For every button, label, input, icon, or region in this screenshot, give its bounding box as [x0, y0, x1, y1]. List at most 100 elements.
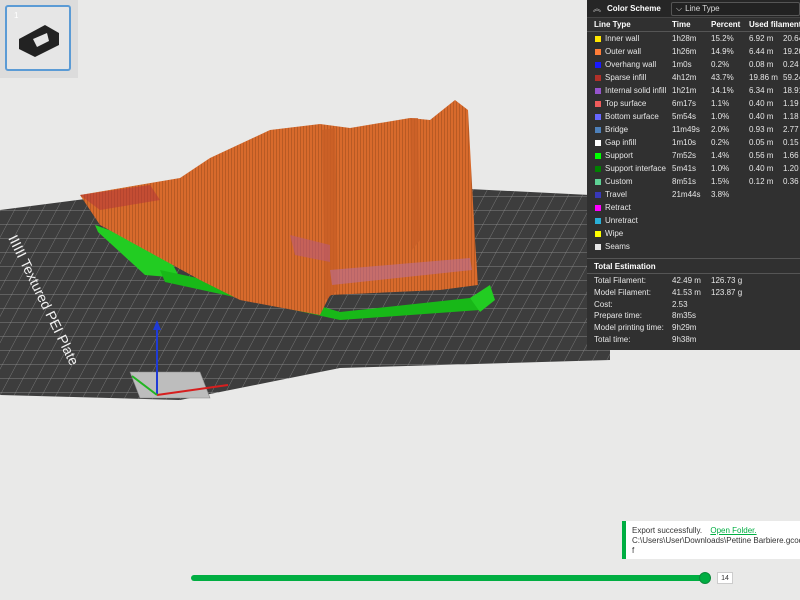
- column-header: Line Type: [594, 20, 631, 29]
- estimation-row: Total Filament: 42.49 m 126.73 g: [587, 276, 800, 288]
- line-type-name: Gap infill: [605, 138, 637, 147]
- object-thumbnail[interactable]: 1: [5, 5, 71, 71]
- line-type-time: 1h26m: [672, 47, 697, 56]
- color-swatch: [595, 192, 601, 198]
- line-type-length: 0.93 m: [749, 125, 774, 134]
- line-type-length: 0.40 m: [749, 99, 774, 108]
- line-type-row[interactable]: Support interface 5m41s 1.0% 0.40 m 1.20 g: [587, 163, 800, 176]
- line-type-row[interactable]: Retract: [587, 202, 800, 215]
- color-scheme-selected: Line Type: [685, 4, 720, 13]
- line-type-name: Top surface: [605, 99, 647, 108]
- estimation-value: 41.53 m: [672, 287, 701, 297]
- column-header: Used filament: [749, 20, 800, 29]
- estimation-row: Prepare time: 8m35s: [587, 311, 800, 323]
- line-type-row[interactable]: Internal solid infill 1h21m 14.1% 6.34 m 18.…: [587, 85, 800, 98]
- line-type-weight: 20.64 g: [783, 34, 800, 43]
- line-type-length: 6.44 m: [749, 47, 774, 56]
- estimation-weight: 123.87 g: [711, 287, 743, 297]
- line-type-percent: 43.7%: [711, 73, 734, 82]
- line-type-time: 6m17s: [672, 99, 697, 108]
- line-type-name: Custom: [605, 177, 633, 186]
- divider: [587, 273, 800, 274]
- color-swatch: [595, 49, 601, 55]
- column-header: Time: [672, 20, 691, 29]
- export-path: C:\Users\User\Downloads\Pettine Barbiere…: [632, 536, 800, 545]
- line-type-weight: 19.20 g: [783, 47, 800, 56]
- line-type-time: 1m0s: [672, 60, 692, 69]
- line-type-length: 0.05 m: [749, 138, 774, 147]
- color-swatch: [595, 218, 601, 224]
- line-type-row[interactable]: Sparse infill 4h12m 43.7% 19.86 m 59.24 g: [587, 72, 800, 85]
- line-type-time: 1h28m: [672, 34, 697, 43]
- line-type-row[interactable]: Seams: [587, 241, 800, 254]
- color-swatch: [595, 205, 601, 211]
- line-type-row[interactable]: Top surface 6m17s 1.1% 0.40 m 1.19 g: [587, 98, 800, 111]
- estimation-label: Prepare time:: [594, 311, 643, 321]
- estimation-title: Total Estimation: [594, 262, 656, 271]
- line-type-percent: 15.2%: [711, 34, 734, 43]
- color-swatch: [595, 231, 601, 237]
- line-type-list: Inner wall 1h28m 15.2% 6.92 m 20.64 g Outer w…: [587, 33, 800, 254]
- line-type-row[interactable]: Unretract: [587, 215, 800, 228]
- line-type-row[interactable]: Overhang wall 1m0s 0.2% 0.08 m 0.24 g: [587, 59, 800, 72]
- line-type-percent: 3.8%: [711, 190, 730, 199]
- line-type-percent: 1.5%: [711, 177, 730, 186]
- export-path-wrap: f: [632, 546, 635, 555]
- color-scheme-title: Color Scheme: [607, 4, 661, 13]
- layer-slider-handle[interactable]: [699, 572, 711, 584]
- line-type-name: Support interface: [605, 164, 666, 173]
- line-type-weight: 59.24 g: [783, 73, 800, 82]
- line-type-row[interactable]: Bridge 11m49s 2.0% 0.93 m 2.77 g: [587, 124, 800, 137]
- color-scheme-panel: ︽ Color Scheme ⌵ Line Type Line Type Tim…: [587, 0, 800, 350]
- divider: [587, 31, 800, 32]
- column-header: Percent: [711, 20, 741, 29]
- estimation-label: Model printing time:: [594, 323, 664, 333]
- line-type-name: Bridge: [605, 125, 629, 134]
- estimation-row: Cost: 2.53: [587, 300, 800, 312]
- estimation-value: 2.53: [672, 299, 688, 309]
- color-swatch: [595, 62, 601, 68]
- collapse-icon[interactable]: ︽: [593, 3, 603, 14]
- line-type-row[interactable]: Bottom surface 5m54s 1.0% 0.40 m 1.18 g: [587, 111, 800, 124]
- line-type-row[interactable]: Travel 21m44s 3.8%: [587, 189, 800, 202]
- line-type-percent: 1.4%: [711, 151, 730, 160]
- color-swatch: [595, 127, 601, 133]
- estimation-value: 9h29m: [672, 323, 697, 333]
- line-type-weight: 0.24 g: [783, 60, 800, 69]
- open-folder-link[interactable]: Open Folder.: [710, 526, 756, 535]
- line-type-name: Seams: [605, 242, 630, 251]
- line-type-row[interactable]: Gap infill 1m10s 0.2% 0.05 m 0.15 g: [587, 137, 800, 150]
- line-type-row[interactable]: Support 7m52s 1.4% 0.56 m 1.66 g: [587, 150, 800, 163]
- line-type-percent: 14.9%: [711, 47, 734, 56]
- line-type-name: Internal solid infill: [605, 86, 667, 95]
- divider: [587, 258, 800, 259]
- line-type-name: Travel: [605, 190, 627, 199]
- line-type-time: 5m54s: [672, 112, 697, 121]
- line-type-time: 1m10s: [672, 138, 697, 147]
- estimation-row: Model printing time: 9h29m: [587, 323, 800, 335]
- line-type-row[interactable]: Outer wall 1h26m 14.9% 6.44 m 19.20 g: [587, 46, 800, 59]
- color-scheme-dropdown[interactable]: ⌵ Line Type: [671, 1, 800, 16]
- estimation-value: 8m35s: [672, 311, 697, 321]
- line-type-time: 4h12m: [672, 73, 697, 82]
- estimation-list: Total Filament: 42.49 m 126.73 g Model Fila…: [587, 276, 800, 347]
- line-type-row[interactable]: Inner wall 1h28m 15.2% 6.92 m 20.64 g: [587, 33, 800, 46]
- line-type-weight: 2.77 g: [783, 125, 800, 134]
- estimation-label: Cost:: [594, 299, 613, 309]
- line-type-length: 0.40 m: [749, 164, 774, 173]
- color-swatch: [595, 166, 601, 172]
- line-type-length: 0.40 m: [749, 112, 774, 121]
- line-type-name: Outer wall: [605, 47, 642, 56]
- layer-slider-track[interactable]: [191, 575, 708, 581]
- estimation-label: Total time:: [594, 334, 631, 344]
- estimation-label: Model Filament:: [594, 287, 651, 297]
- line-type-weight: 0.36 g: [783, 177, 800, 186]
- object-list-panel: 1: [0, 0, 78, 78]
- line-type-row[interactable]: Custom 8m51s 1.5% 0.12 m 0.36 g: [587, 176, 800, 189]
- line-type-length: 0.56 m: [749, 151, 774, 160]
- estimation-row: Total time: 9h38m: [587, 335, 800, 347]
- line-type-percent: 2.0%: [711, 125, 730, 134]
- estimation-label: Total Filament:: [594, 276, 647, 285]
- line-type-row[interactable]: Wipe: [587, 228, 800, 241]
- estimation-value: 9h38m: [672, 334, 697, 344]
